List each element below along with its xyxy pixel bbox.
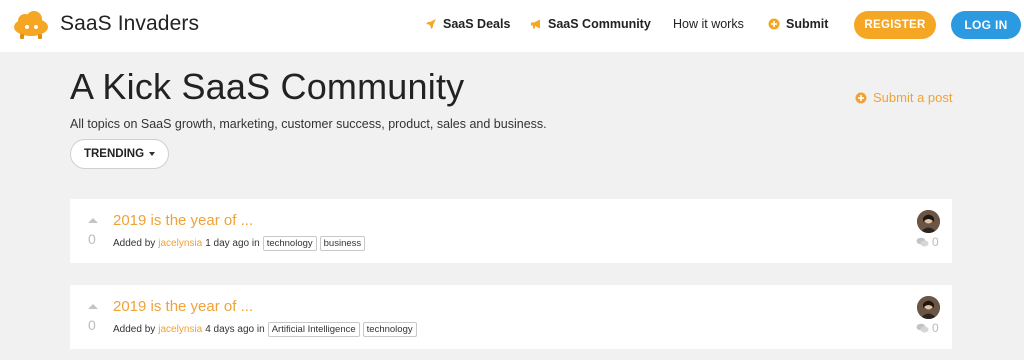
user-avatar-icon <box>917 210 940 233</box>
user-avatar-icon <box>917 296 940 319</box>
author-link[interactable]: jacelynsia <box>158 238 202 249</box>
comment-count-value: 0 <box>932 321 939 335</box>
upvote-arrow-icon[interactable] <box>88 304 98 309</box>
comment-count[interactable]: 0 <box>916 321 939 335</box>
post-time: 4 days ago in <box>205 324 265 335</box>
submit-post-link[interactable]: Submit a post <box>855 90 953 105</box>
nav-saas-deals[interactable]: SaaS Deals <box>425 17 510 31</box>
post-title-link[interactable]: 2019 is the year of ... <box>113 212 253 229</box>
vote-count: 0 <box>88 317 96 333</box>
tag-link[interactable]: business <box>319 236 366 251</box>
logo-cloud-icon[interactable] <box>12 10 50 40</box>
post-card: 0 2019 is the year of ... Added by jacel… <box>70 285 952 349</box>
login-button[interactable]: LOG IN <box>951 11 1021 39</box>
page-title: A Kick SaaS Community <box>70 66 465 107</box>
comments-icon <box>916 323 929 332</box>
caret-down-icon <box>149 152 156 156</box>
plus-circle-icon <box>855 92 867 103</box>
post-time: 1 day ago in <box>205 238 260 249</box>
nav-submit-label: Submit <box>786 17 829 31</box>
sort-dropdown[interactable]: TRENDING <box>70 139 169 169</box>
avatar[interactable] <box>917 296 940 319</box>
brand-name[interactable]: SaaS Invaders <box>60 12 199 36</box>
added-by-text: Added by <box>113 324 156 335</box>
plus-circle-icon <box>768 18 780 30</box>
tag-link[interactable]: Artificial Intelligence <box>267 322 360 337</box>
upvote-arrow-icon[interactable] <box>88 218 98 223</box>
register-button[interactable]: REGISTER <box>854 11 936 39</box>
comments-icon <box>916 237 929 246</box>
nav-how-it-works-label: How it works <box>673 17 744 31</box>
rocket-icon <box>426 19 436 29</box>
tag-link[interactable]: technology <box>262 236 317 251</box>
nav-saas-community[interactable]: SaaS Community <box>530 17 651 31</box>
comment-count-value: 0 <box>932 235 939 249</box>
post-title-link[interactable]: 2019 is the year of ... <box>113 298 253 315</box>
megaphone-icon <box>531 19 540 29</box>
added-by-text: Added by <box>113 238 156 249</box>
page-subtitle: All topics on SaaS growth, marketing, cu… <box>70 117 547 131</box>
post-meta: Added by jacelynsia 1 day ago in technol… <box>113 236 366 251</box>
nav-how-it-works[interactable]: How it works <box>673 17 744 31</box>
post-card: 0 2019 is the year of ... Added by jacel… <box>70 199 952 263</box>
comment-count[interactable]: 0 <box>916 235 939 249</box>
submit-post-label: Submit a post <box>873 90 953 105</box>
top-navbar: SaaS Invaders SaaS Deals SaaS Community … <box>0 0 1024 52</box>
author-link[interactable]: jacelynsia <box>158 324 202 335</box>
vote-count: 0 <box>88 231 96 247</box>
sort-dropdown-label: TRENDING <box>83 148 145 160</box>
tag-link[interactable]: technology <box>362 322 417 337</box>
nav-saas-deals-label: SaaS Deals <box>443 17 511 31</box>
nav-submit[interactable]: Submit <box>768 17 828 31</box>
post-meta: Added by jacelynsia 4 days ago in Artifi… <box>113 322 417 337</box>
avatar[interactable] <box>917 210 940 233</box>
nav-saas-community-label: SaaS Community <box>548 17 651 31</box>
